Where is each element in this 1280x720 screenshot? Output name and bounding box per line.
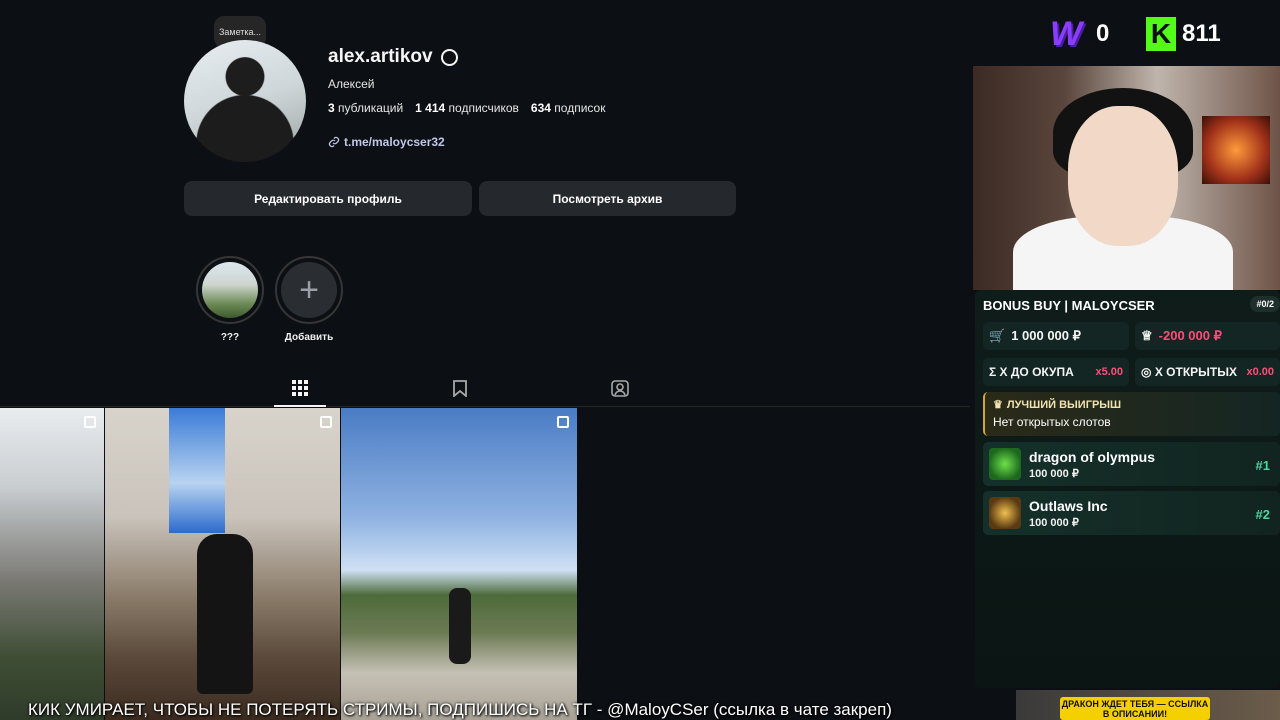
carousel-icon — [557, 416, 569, 428]
tab-tagged[interactable] — [610, 378, 630, 398]
kick-viewer-counter: K 811 — [1146, 16, 1221, 52]
highlight-cover — [202, 262, 258, 318]
x-to-payback: Σ X ДО ОКУПА x5.00 — [983, 358, 1129, 386]
slot-thumbnail — [989, 448, 1021, 480]
view-archive-button[interactable]: Посмотреть архив — [479, 181, 736, 216]
crown-icon: ♛ — [993, 399, 1003, 411]
target-icon: ◎ — [1141, 365, 1155, 379]
post-thumbnail[interactable] — [341, 408, 577, 720]
post-image-detail — [449, 588, 471, 664]
post-image-detail — [197, 534, 253, 694]
highlight-label: ??? — [220, 332, 240, 343]
w-count: 0 — [1096, 20, 1110, 47]
carousel-icon — [84, 416, 96, 428]
highlight-label: Добавить — [284, 332, 334, 343]
tab-posts[interactable] — [290, 378, 310, 398]
carousel-icon — [320, 416, 332, 428]
kick-count: 811 — [1182, 20, 1221, 47]
tabs-divider — [0, 406, 970, 407]
profile-link[interactable]: t.me/maloycser32 — [328, 135, 445, 149]
bonus-cost: 🛒 1 000 000 ₽ — [983, 322, 1129, 350]
w-logo-icon: W — [1050, 15, 1083, 53]
slot-price: 100 000 ₽ — [1029, 517, 1079, 529]
settings-gear-icon[interactable] — [440, 48, 458, 66]
note-text: Заметка... — [218, 27, 262, 37]
promo-banner: ДРАКОН ЖДЕТ ТЕБЯ — ССЫЛКА В ОПИСАНИИ! — [1060, 697, 1210, 720]
profile-link-text: t.me/maloycser32 — [344, 135, 445, 149]
following-stat[interactable]: 634 подписок — [531, 101, 606, 115]
w-counter: W 0 — [1050, 16, 1109, 52]
slot-item: dragon of olympus 100 000 ₽ #1 — [983, 442, 1280, 486]
best-win-box: ♛ ЛУЧШИЙ ВЫИГРЫШ Нет открытых слотов — [983, 392, 1280, 436]
highlight-ring: + — [275, 256, 343, 324]
link-icon — [328, 136, 340, 148]
x-opened-label: X ОТКРЫТЫХ — [1154, 365, 1237, 379]
highlight-ring — [196, 256, 264, 324]
bonus-result-value: -200 000 ₽ — [1158, 328, 1222, 343]
x-opened: ◎ X ОТКРЫТЫХ x0.00 — [1135, 358, 1280, 386]
post-thumbnail[interactable] — [0, 408, 104, 720]
slot-item: Outlaws Inc 100 000 ₽ #2 — [983, 491, 1280, 535]
slot-rank: #2 — [1255, 507, 1270, 522]
post-image-detail — [169, 408, 225, 533]
bonus-cost-value: 1 000 000 ₽ — [1011, 328, 1081, 343]
tagged-user-icon — [611, 380, 629, 397]
bonus-counter: #0/2 — [1250, 296, 1280, 312]
bookmark-icon — [453, 379, 467, 397]
highlight-item[interactable]: ??? — [196, 256, 264, 343]
x-opened-value: x0.00 — [1246, 366, 1274, 378]
screen: Заметка... alex.artikov Алексей 3 публик… — [0, 0, 1280, 720]
bonus-buy-panel: BONUS BUY | MALOYCSER #0/2 🛒 1 000 000 ₽… — [975, 290, 1280, 688]
active-tab-indicator — [274, 405, 326, 407]
slot-name: Outlaws Inc — [1029, 498, 1108, 514]
grid-icon — [292, 380, 308, 396]
edit-profile-button[interactable]: Редактировать профиль — [184, 181, 472, 216]
posts-stat[interactable]: 3 публикаций — [328, 101, 403, 115]
slot-name: dragon of olympus — [1029, 449, 1155, 465]
bonus-title: BONUS BUY | MALOYCSER — [983, 298, 1155, 313]
cart-icon: 🛒 — [989, 328, 1006, 343]
slot-thumbnail — [989, 497, 1021, 529]
kick-logo-icon: K — [1146, 17, 1176, 51]
add-highlight-button[interactable]: + Добавить — [275, 256, 343, 343]
stream-ticker: КИК УМИРАЕТ, ЧТОБЫ НЕ ПОТЕРЯТЬ СТРИМЫ, П… — [28, 700, 892, 719]
trophy-icon: ♕ — [1141, 328, 1153, 343]
avatar[interactable] — [184, 40, 306, 162]
best-win-title: ЛУЧШИЙ ВЫИГРЫШ — [1006, 398, 1122, 411]
sigma-icon: Σ — [989, 365, 1000, 379]
plus-icon: + — [281, 262, 337, 318]
x-to-payback-value: x5.00 — [1095, 366, 1123, 378]
username: alex.artikov — [328, 46, 433, 67]
webcam-detail — [1202, 116, 1270, 184]
tab-saved[interactable] — [450, 378, 470, 398]
post-thumbnail[interactable] — [105, 408, 340, 720]
best-win-value: Нет открытых слотов — [993, 415, 1111, 429]
webcam-feed — [973, 66, 1280, 290]
webcam-detail — [1068, 106, 1178, 246]
followers-stat[interactable]: 1 414 подписчиков — [415, 101, 519, 115]
x-to-payback-label: X ДО ОКУПА — [999, 365, 1074, 379]
profile-stats: 3 публикаций 1 414 подписчиков 634 подпи… — [328, 101, 605, 115]
bonus-result: ♕ -200 000 ₽ — [1135, 322, 1280, 350]
full-name: Алексей — [328, 77, 375, 91]
username-row: alex.artikov — [328, 46, 458, 68]
slot-rank: #1 — [1255, 458, 1270, 473]
slot-price: 100 000 ₽ — [1029, 468, 1079, 480]
